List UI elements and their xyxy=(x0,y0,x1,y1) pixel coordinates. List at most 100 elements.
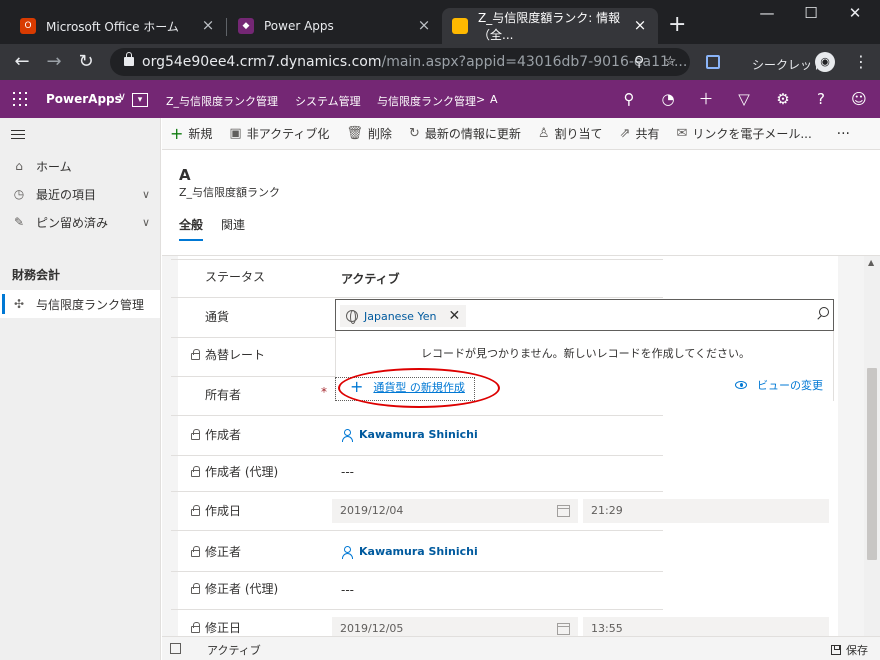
time-value: 13:55 xyxy=(591,622,623,635)
field-label-text: 作成者 (代理) xyxy=(205,465,279,479)
extension-icon[interactable] xyxy=(706,55,720,69)
address-bar[interactable]: org54e90ee4.crm7.dynamics.com/main.aspx?… xyxy=(110,48,690,76)
close-icon[interactable]: × xyxy=(632,17,648,33)
sidebar-item-credit-rank[interactable]: ✣ 与信限度ランク管理 xyxy=(0,290,160,318)
tab-general[interactable]: 全般 xyxy=(179,216,204,241)
tab-related[interactable]: 関連 xyxy=(221,216,245,239)
app-switcher-icon[interactable]: ▾ xyxy=(132,93,148,107)
tab-title: Microsoft Office ホーム xyxy=(46,19,179,34)
tab-separator xyxy=(226,18,227,36)
breadcrumb-area[interactable]: システム管理 xyxy=(295,93,361,109)
save-label: 保存 xyxy=(846,644,868,657)
search-icon[interactable]: ⚲ xyxy=(634,54,644,70)
puzzle-icon: ✣ xyxy=(13,297,25,311)
minimize-button[interactable]: — xyxy=(752,4,782,22)
app-name[interactable]: PowerApps xyxy=(46,92,122,106)
form-header: A Z_与信限度額ランク 全般 関連 xyxy=(162,150,880,256)
chevron-down-icon[interactable]: ∨ xyxy=(142,216,150,229)
filter-icon[interactable]: ▽ xyxy=(735,90,753,108)
chevron-down-icon[interactable]: ∨ xyxy=(118,90,126,103)
user-icon[interactable]: ☺ xyxy=(850,90,868,108)
email-link-button[interactable]: ✉ リンクを電子メール... xyxy=(676,125,811,142)
command-label: リンクを電子メール... xyxy=(692,127,812,141)
lock-icon xyxy=(191,505,200,516)
browser-tab-office[interactable]: O Microsoft Office ホーム × xyxy=(10,8,227,44)
field-label-text: 作成日 xyxy=(205,504,242,518)
modified-by-link[interactable]: Kawamura Shinichi xyxy=(341,545,478,559)
menu-icon[interactable]: ⋮ xyxy=(853,52,869,71)
tab-title: Power Apps xyxy=(264,19,334,33)
close-icon[interactable]: × xyxy=(200,17,216,33)
exchange-rate-label: 為替レート xyxy=(191,346,265,363)
user-name: Kawamura Shinichi xyxy=(359,545,478,558)
browser-tab-powerapps[interactable]: ◆ Power Apps × xyxy=(228,8,442,44)
scroll-up-icon[interactable]: ▲ xyxy=(868,258,874,267)
back-button[interactable]: ← xyxy=(10,50,34,74)
row-divider xyxy=(171,491,663,492)
calendar-icon xyxy=(557,505,570,517)
save-button[interactable]: 保存 xyxy=(831,642,868,658)
task-flow-icon[interactable]: ◔ xyxy=(659,90,677,108)
forward-button[interactable]: → xyxy=(42,50,66,74)
office-icon: O xyxy=(20,18,36,34)
new-button[interactable]: + 新規 xyxy=(170,124,212,143)
breadcrumb-app[interactable]: Z_与信限度ランク管理 xyxy=(166,93,278,109)
breadcrumb-entity[interactable]: 与信限度ランク管理 xyxy=(377,93,476,109)
lock-icon[interactable] xyxy=(124,52,134,66)
assign-button[interactable]: ♙ 割り当て xyxy=(538,125,603,142)
form-status-bar: アクティブ 保存 xyxy=(162,636,880,660)
incognito-icon[interactable]: ◉ xyxy=(815,52,835,72)
lock-icon xyxy=(191,429,200,440)
plus-icon[interactable]: ＋ xyxy=(697,90,715,108)
created-on-time: 21:29 xyxy=(583,499,829,523)
hamburger-icon[interactable] xyxy=(11,130,25,142)
globe-icon xyxy=(346,310,358,324)
command-label: 削除 xyxy=(367,127,392,141)
address-host: org54e90ee4.crm7.dynamics.com xyxy=(142,54,382,70)
command-label: 非アクティブ化 xyxy=(246,127,330,141)
date-value: 2019/12/05 xyxy=(340,622,404,635)
gear-icon[interactable]: ⚙ xyxy=(774,90,792,108)
modified-on-label: 修正日 xyxy=(191,619,241,636)
star-icon[interactable]: ☆ xyxy=(664,54,677,70)
delete-button[interactable]: 🗑 削除 xyxy=(346,125,392,142)
breadcrumb-separator: > xyxy=(476,93,486,106)
close-icon[interactable]: × xyxy=(416,17,432,33)
created-by-label: 作成者 xyxy=(191,426,241,443)
close-icon[interactable]: ✕ xyxy=(448,308,460,324)
created-by-link[interactable]: Kawamura Shinichi xyxy=(341,428,478,442)
form-scrollbar[interactable]: ▲ xyxy=(864,256,880,636)
chip-label: Japanese Yen xyxy=(364,309,437,323)
search-icon[interactable] xyxy=(815,307,829,321)
close-window-button[interactable]: ✕ xyxy=(840,4,870,22)
expand-icon[interactable] xyxy=(170,643,181,654)
browser-tab-strip: O Microsoft Office ホーム × ◆ Power Apps × … xyxy=(0,0,880,44)
browser-tab-active[interactable]: Z_与信限度額ランク: 情報（全... × xyxy=(442,8,658,44)
sidebar-item-recent[interactable]: ◷ 最近の項目 ∨ xyxy=(0,180,160,208)
sidebar-item-home[interactable]: ⌂ ホーム xyxy=(0,152,160,180)
share-button[interactable]: ⇗ 共有 xyxy=(620,125,660,142)
search-icon[interactable]: ⚲ xyxy=(620,90,638,108)
deactivate-icon: ▣ xyxy=(229,126,242,141)
lock-icon xyxy=(191,546,200,557)
home-icon: ⌂ xyxy=(15,159,23,173)
new-tab-button[interactable]: + xyxy=(668,14,686,36)
deactivate-button[interactable]: ▣ 非アクティブ化 xyxy=(229,125,329,142)
currency-label: 通貨 xyxy=(205,310,230,324)
sidebar-item-pinned[interactable]: ✎ ピン留め済み ∨ xyxy=(0,208,160,236)
help-icon[interactable]: ? xyxy=(812,90,830,108)
currency-lookup-input[interactable]: Japanese Yen ✕ xyxy=(335,299,834,331)
reload-button[interactable]: ↻ xyxy=(74,50,98,74)
maximize-button[interactable]: ☐ xyxy=(796,4,826,22)
refresh-icon: ↻ xyxy=(408,126,420,141)
chevron-down-icon[interactable]: ∨ xyxy=(142,188,150,201)
refresh-button[interactable]: ↻ 最新の情報に更新 xyxy=(409,125,521,142)
scroll-thumb[interactable] xyxy=(867,368,877,560)
more-commands-button[interactable]: ··· xyxy=(837,126,850,142)
user-name: Kawamura Shinichi xyxy=(359,428,478,441)
change-view-link[interactable]: ビューの変更 xyxy=(735,377,823,393)
app-launcher-icon[interactable] xyxy=(13,92,27,106)
row-divider xyxy=(171,455,663,456)
currency-chip[interactable]: Japanese Yen ✕ xyxy=(340,305,467,327)
row-divider xyxy=(171,571,663,572)
